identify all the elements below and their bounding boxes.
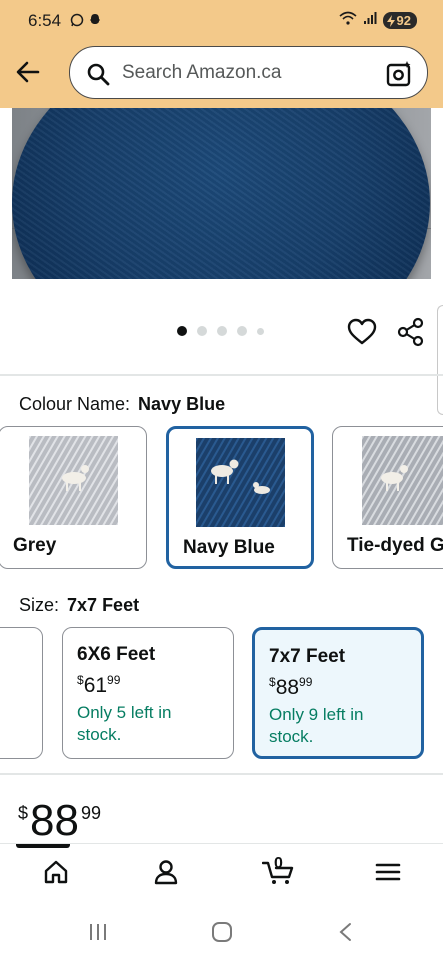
search-input[interactable]: Search Amazon.ca xyxy=(122,62,281,84)
carousel-dot xyxy=(197,326,207,336)
account-icon xyxy=(154,860,178,885)
arrow-left-icon xyxy=(16,61,40,83)
nav-account[interactable] xyxy=(152,858,180,886)
size-selected-value: 7x7 Feet xyxy=(67,595,140,615)
colour-option-label: Navy Blue xyxy=(183,537,275,558)
divider xyxy=(0,374,443,376)
size-option-7x7[interactable]: 7x7 Feet $8899 Only 9 left in stock. xyxy=(252,627,424,759)
colour-selected-value: Navy Blue xyxy=(138,394,226,414)
share-icon xyxy=(397,317,424,347)
system-back-icon[interactable] xyxy=(338,922,352,942)
size-option-previous[interactable] xyxy=(0,627,43,759)
rug-image xyxy=(12,108,430,279)
system-navigation-bar xyxy=(0,901,443,960)
product-price: $ 88 99 xyxy=(18,796,101,845)
size-option-label: 7x7 Feet xyxy=(269,646,346,667)
size-option-price: $8899 xyxy=(269,675,313,699)
share-button[interactable] xyxy=(397,317,425,347)
tie-dyed-rug-thumbnail xyxy=(362,436,443,525)
colour-option-navy-blue[interactable]: Navy Blue xyxy=(166,426,314,569)
home-button-icon[interactable] xyxy=(211,922,233,942)
home-icon xyxy=(44,860,68,884)
size-option-stock: Only 5 left in stock. xyxy=(77,703,172,744)
recent-apps-icon[interactable] xyxy=(88,923,108,941)
size-option-stock: Only 9 left in stock. xyxy=(269,705,364,746)
size-option-price: $6199 xyxy=(77,673,121,697)
cart-count-badge: 0 xyxy=(274,855,283,872)
divider xyxy=(0,773,443,775)
wishlist-button[interactable] xyxy=(347,318,377,346)
wifi-icon xyxy=(339,11,357,30)
grey-rug-thumbnail xyxy=(29,436,118,525)
size-label: Size: 7x7 Feet xyxy=(19,595,140,615)
size-option-label: 6X6 Feet xyxy=(77,644,156,665)
notification-icons xyxy=(70,13,102,27)
colour-option-label: Grey xyxy=(13,535,57,556)
nav-menu[interactable] xyxy=(374,858,402,886)
back-button[interactable] xyxy=(14,58,42,86)
product-image[interactable] xyxy=(12,108,431,279)
colour-label: Colour Name: Navy Blue xyxy=(19,394,226,414)
snapchat-icon xyxy=(88,13,102,27)
bottom-navigation xyxy=(0,843,443,901)
search-icon xyxy=(87,63,110,86)
carousel-dot xyxy=(177,326,187,336)
camera-search-icon[interactable] xyxy=(385,60,413,88)
system-icons: 92 xyxy=(339,11,417,30)
colour-option-label: Tie-dyed G xyxy=(347,535,443,556)
carousel-dot xyxy=(237,326,247,336)
side-panel-handle[interactable] xyxy=(437,305,443,415)
status-time: 6:54 xyxy=(28,11,62,30)
app-header: 6:54 92 Search Amazon.ca xyxy=(0,0,443,108)
status-bar: 6:54 92 xyxy=(0,0,443,40)
carousel-dot xyxy=(257,327,264,335)
charging-icon xyxy=(386,14,395,27)
menu-icon xyxy=(375,863,401,881)
whatsapp-icon xyxy=(70,13,84,27)
carousel-dot xyxy=(217,326,227,336)
colour-option-grey[interactable]: Grey xyxy=(0,426,147,569)
nav-home[interactable] xyxy=(16,844,70,886)
search-bar[interactable]: Search Amazon.ca xyxy=(69,46,428,99)
battery-indicator: 92 xyxy=(382,12,417,29)
navy-rug-thumbnail xyxy=(196,438,285,527)
colour-option-tie-dyed[interactable]: Tie-dyed G xyxy=(332,426,443,569)
signal-icon xyxy=(363,11,377,30)
battery-level: 92 xyxy=(396,13,411,28)
size-option-6x6[interactable]: 6X6 Feet $6199 Only 5 left in stock. xyxy=(62,627,234,759)
image-carousel-dots xyxy=(177,326,264,336)
heart-icon xyxy=(347,318,377,345)
